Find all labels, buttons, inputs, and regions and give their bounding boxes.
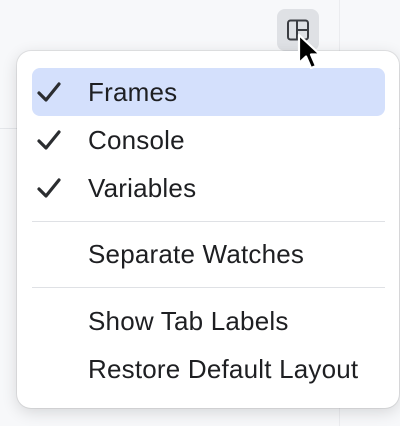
menu-item-restore-default-layout[interactable]: Restore Default Layout: [32, 345, 385, 393]
checkmark-icon: [32, 177, 88, 199]
menu-item-separate-watches[interactable]: Separate Watches: [32, 230, 385, 278]
checkmark-icon: [32, 129, 88, 151]
menu-separator: [32, 221, 385, 222]
menu-separator: [32, 287, 385, 288]
layout-menu: Frames Console Variables Separate Watche…: [17, 51, 399, 408]
menu-item-label: Variables: [88, 172, 197, 203]
menu-item-console[interactable]: Console: [32, 116, 385, 164]
checkmark-icon: [32, 81, 88, 103]
menu-item-label: Show Tab Labels: [88, 305, 289, 336]
menu-item-label: Frames: [88, 76, 178, 107]
menu-item-variables[interactable]: Variables: [32, 164, 385, 212]
menu-item-label: Console: [88, 124, 185, 155]
menu-item-frames[interactable]: Frames: [32, 68, 385, 116]
menu-item-show-tab-labels[interactable]: Show Tab Labels: [32, 297, 385, 345]
menu-item-label: Restore Default Layout: [88, 353, 359, 384]
layout-icon: [287, 19, 309, 41]
layout-options-button[interactable]: [277, 9, 319, 51]
menu-item-label: Separate Watches: [88, 238, 305, 269]
